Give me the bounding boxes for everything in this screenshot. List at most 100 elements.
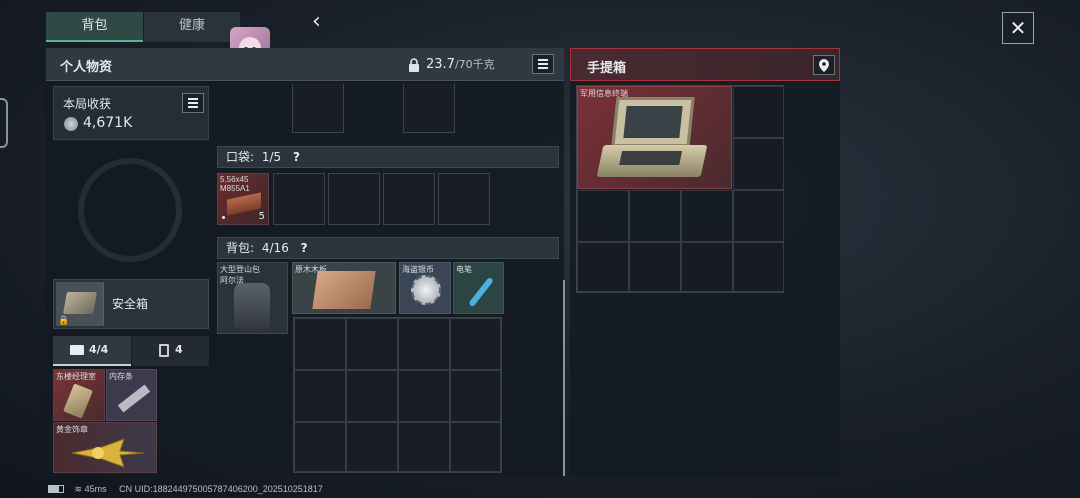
safe-box-label: 安全箱 [112,297,149,311]
list-icon [188,98,198,110]
item-label: 电笔 [456,265,472,274]
list-icon [538,59,548,71]
sub-tab-case[interactable]: 4/4 [53,336,131,366]
equip-slot-1[interactable] [292,84,344,133]
sub-tab-case-label: 4/4 [89,343,109,356]
left-edge-tab[interactable] [0,98,8,148]
backpack-count: 4/16 [261,241,289,255]
grid-cell [733,138,784,190]
grid-cell [346,422,398,472]
pocket-count: 1/5 [261,150,282,164]
grid-cell [681,242,733,292]
faction-emblem-icon [78,158,182,262]
tab-health-label: 健康 [178,18,205,33]
case-location-button[interactable] [813,55,835,75]
item-label-2: M855A1 [220,184,250,193]
silver-coin-icon [411,275,441,305]
case-header: 手提箱 [570,48,840,81]
uid-text: CN UID:18824497500578740620​0_2025102518… [119,484,323,494]
grid-cell [629,190,681,242]
grid-cell [733,242,784,292]
pocket-slot-5[interactable] [438,173,490,225]
ping-value: 45ms [84,484,107,494]
grid-cell [450,318,501,370]
pocket-section-header: 口袋: 1/5 ? [217,146,559,168]
item-label: 海盗银币 [402,265,434,274]
backpack-item-wood[interactable]: 原木木板 [292,262,396,314]
close-icon: ✕ [1009,16,1027,40]
safe-box-lock-icon: 🔒 [58,316,70,326]
memory-stick-icon [117,384,151,413]
item-label: 5.56x45 [220,175,249,184]
pocket-slot-4[interactable] [383,173,435,225]
sub-tab-key[interactable]: 4 [132,336,209,366]
wifi-icon: ≋ [74,484,83,494]
clipboard-icon [159,344,169,357]
location-pin-icon [819,59,829,72]
inventory-scrollbar[interactable] [563,280,565,476]
grid-cell [577,242,629,292]
grid-cell [346,370,398,422]
case-item-terminal[interactable]: 军用信息终端 [577,86,732,189]
grid-cell [294,370,346,422]
grid-cell [450,422,501,472]
backpack-help-icon[interactable]: ? [301,241,308,255]
close-button[interactable]: ✕ [1002,12,1034,44]
tab-backpack[interactable]: 背包 [46,12,143,42]
grid-cell [346,318,398,370]
item-label: 内存条 [109,372,133,381]
grid-cell [733,190,784,242]
tab-health[interactable]: 健康 [144,12,240,42]
lock-icon [408,57,420,72]
haul-title: 本局收获 [63,97,112,111]
safe-item-memory[interactable]: 内存条 [106,369,157,421]
grid-cell [450,370,501,422]
keycard-icon [63,383,93,419]
pocket-slot-2[interactable] [273,173,325,225]
weight-limit: /70千克 [454,58,495,71]
item-label: 黄金饰章 [56,425,88,434]
gold-emblem-icon [71,438,145,468]
ammo-dot-icon [222,216,225,219]
haul-box: 本局收获 4,671K [53,86,209,140]
grid-cell [398,318,450,370]
backpack-equip-slot[interactable]: 大型登山包 阿尔法 [217,262,288,334]
haul-list-button[interactable] [182,93,204,113]
equip-slot-2[interactable] [403,84,455,133]
pocket-title: 口袋: [226,150,255,164]
pocket-slot-3[interactable] [328,173,380,225]
grid-cell [733,86,784,138]
case-title: 手提箱 [587,61,627,76]
wood-plank-icon [312,271,376,309]
military-terminal-icon [596,97,708,183]
ammo-box-icon [227,192,261,216]
pocket-slot-ammo[interactable]: 5.56x45 M855A1 5 [217,173,269,225]
backpack-grid[interactable] [293,317,502,473]
battery-icon [48,485,64,493]
personal-title: 个人物资 [60,60,113,75]
test-pen-icon [468,276,494,308]
haul-value: 4,671K [83,115,133,131]
grid-cell [681,190,733,242]
sub-tab-key-label: 4 [175,343,183,356]
pocket-help-icon[interactable]: ? [293,150,300,164]
safe-item-gold-emblem[interactable]: 黄金饰章 [53,422,157,473]
backpack-item-coin[interactable]: 海盗银币 [399,262,451,314]
safe-item-keycard[interactable]: 东楼经理室 [53,369,105,421]
weight-value: 23.7 [426,57,455,72]
briefcase-icon [70,345,84,355]
grid-cell [629,242,681,292]
grid-cell [398,370,450,422]
personal-header: 个人物资 23.7/70千克 [46,48,564,81]
backpack-title: 背包: [226,241,255,255]
backpack-item-testpen[interactable]: 电笔 [453,262,504,314]
grid-cell [577,190,629,242]
safe-box-slot[interactable]: 🔒 安全箱 [53,279,209,329]
sort-list-button[interactable] [532,54,554,74]
collapse-chevron-icon[interactable]: ‹ [312,10,328,34]
backpack-icon [234,283,270,329]
item-label: 东楼经理室 [56,372,96,381]
coin-icon [64,117,78,131]
grid-cell [398,422,450,472]
ammo-count: 5 [258,211,265,222]
